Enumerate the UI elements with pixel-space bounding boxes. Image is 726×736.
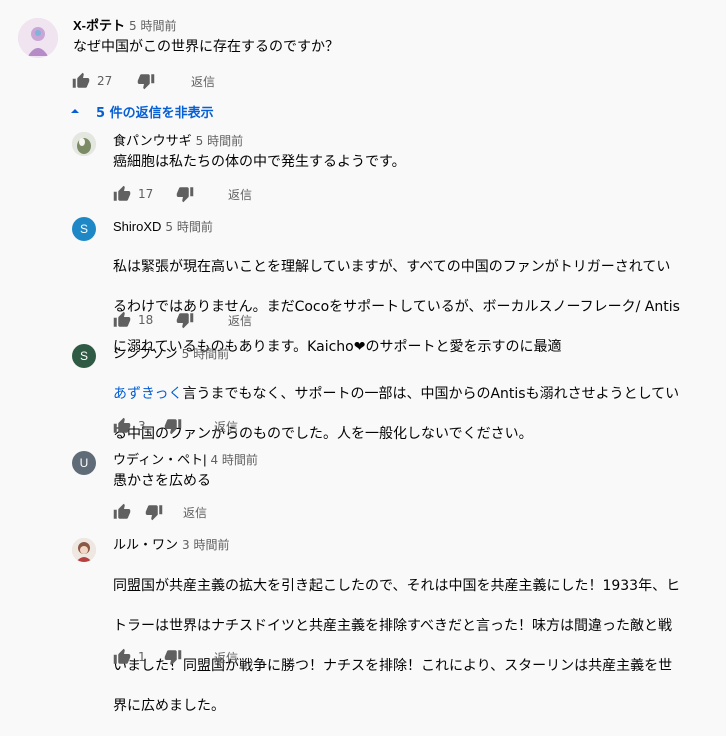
comment-text-line: 界に広めました。: [113, 698, 225, 714]
comment-actions: 返信: [113, 500, 207, 524]
timestamp[interactable]: 3 時間前: [182, 538, 229, 552]
reply-item: S ShiroXD 5 時間前 私は緊張が現在高いことを理解していますが、すべての…: [0, 215, 726, 355]
mention-link[interactable]: あずきっく: [113, 386, 182, 402]
reply-button[interactable]: 返信: [214, 418, 238, 435]
avatar-letter: U: [79, 456, 89, 470]
author-name[interactable]: 食パンウサギ: [113, 133, 192, 148]
comment-text: なぜ中国がこの世界に存在するのですか？: [73, 39, 339, 55]
comment-text-line: 私は緊張が現在高いことを理解していますが、すべての中国のファンがトリガーされてい: [113, 259, 671, 275]
comment-actions: 17 返信: [113, 182, 252, 206]
like-count: 3: [138, 419, 146, 433]
reply-button[interactable]: 返信: [228, 312, 252, 329]
comment-thread: X-ポテト 5 時間前 なぜ中国がこの世界に存在するのですか？ 27 返信: [0, 0, 726, 100]
thumb-up-icon[interactable]: [113, 311, 131, 329]
comment-header: X-ポテト 5 時間前: [73, 17, 176, 36]
avatar-image-icon: [72, 132, 96, 156]
author-name[interactable]: シンプソン: [113, 346, 178, 361]
comment-actions: 18 返信: [113, 308, 252, 332]
reply-button[interactable]: 返信: [191, 73, 215, 90]
like-count: 1: [138, 650, 146, 664]
thumb-up-icon[interactable]: [113, 185, 131, 203]
avatar-image-icon: [18, 18, 58, 58]
thumb-down-icon[interactable]: [164, 648, 182, 666]
reply-button[interactable]: 返信: [183, 504, 207, 521]
timestamp[interactable]: 5 時間前: [182, 347, 229, 361]
comment-actions: 27 返信: [72, 69, 215, 93]
avatar[interactable]: [18, 18, 58, 58]
avatar-image-icon: [72, 538, 96, 562]
reply-button[interactable]: 返信: [228, 186, 252, 203]
thumb-up-icon[interactable]: [113, 417, 131, 435]
reply-item: S シンプソン 5 時間前 あずきっく言うまでもなく、サポートの一部は、中国からの…: [0, 342, 726, 442]
thumb-up-icon[interactable]: [113, 503, 131, 521]
thumb-up-icon[interactable]: [72, 72, 90, 90]
comment-text-line: 同盟国が共産主義の拡大を引き起こしたので、それは中国を共産主義にした！1933年…: [113, 578, 681, 594]
comment-text-line: あずきっく言うまでもなく、サポートの一部は、中国からのAntisも溺れさせようと…: [113, 384, 713, 404]
avatar-letter: S: [79, 349, 88, 363]
hide-replies-button[interactable]: 5 件の返信を非表示: [70, 101, 214, 121]
thumb-up-icon[interactable]: [113, 648, 131, 666]
timestamp[interactable]: 5 時間前: [129, 19, 176, 33]
thumb-down-icon[interactable]: [164, 417, 182, 435]
comment-header: ルル・ワン 3 時間前: [113, 536, 229, 555]
reply-item: U ウディン・ペト| 4 時間前 愚かさを広める 返信: [0, 449, 726, 529]
chevron-up-icon: [71, 109, 79, 113]
avatar[interactable]: U: [72, 451, 96, 475]
reply-button[interactable]: 返信: [214, 649, 238, 666]
avatar[interactable]: S: [72, 217, 96, 241]
comment-actions: 1 返信: [113, 645, 238, 669]
comment-header: ShiroXD 5 時間前: [113, 218, 213, 237]
avatar-letter: S: [79, 222, 88, 236]
author-name[interactable]: X-ポテト: [73, 18, 125, 33]
comment-header: シンプソン 5 時間前: [113, 345, 229, 364]
timestamp[interactable]: 5 時間前: [165, 220, 212, 234]
avatar[interactable]: S: [72, 344, 96, 368]
comment-text: 癌細胞は私たちの体の中で発生するようです。: [113, 154, 406, 170]
hide-replies-label: 5 件の返信を非表示: [96, 105, 214, 121]
comment-text: 愚かさを広める: [113, 473, 211, 489]
like-count: 18: [138, 313, 154, 327]
comment-header: ウディン・ペト| 4 時間前: [113, 451, 258, 470]
thumb-down-icon[interactable]: [137, 72, 155, 90]
timestamp[interactable]: 4 時間前: [210, 453, 257, 467]
author-name[interactable]: ShiroXD: [113, 219, 161, 234]
thumb-down-icon[interactable]: [176, 311, 194, 329]
avatar[interactable]: [72, 538, 96, 562]
author-name[interactable]: ウディン・ペト|: [113, 452, 206, 467]
author-name[interactable]: ルル・ワン: [113, 537, 178, 552]
like-count: 27: [97, 74, 113, 88]
comment-text-line: トラーは世界はナチスドイツと共産主義を排除すべきだと言った！味方は間違った敵と戦: [113, 618, 673, 634]
comment-text-segment: 言うまでもなく、サポートの一部は、中国からのAntisも溺れさせようとしてい: [182, 386, 680, 402]
comment-header: 食パンウサギ 5 時間前: [113, 132, 243, 151]
timestamp[interactable]: 5 時間前: [196, 134, 243, 148]
like-count: 17: [138, 187, 154, 201]
thumb-down-icon[interactable]: [176, 185, 194, 203]
thumb-down-icon[interactable]: [145, 503, 163, 521]
comment-actions: 3 返信: [113, 414, 238, 438]
reply-item: 食パンウサギ 5 時間前 癌細胞は私たちの体の中で発生するようです。 17 返信: [0, 128, 726, 208]
avatar[interactable]: [72, 132, 96, 156]
reply-item: ルル・ワン 3 時間前 同盟国が共産主義の拡大を引き起こしたので、それは中国を共産…: [0, 535, 726, 714]
